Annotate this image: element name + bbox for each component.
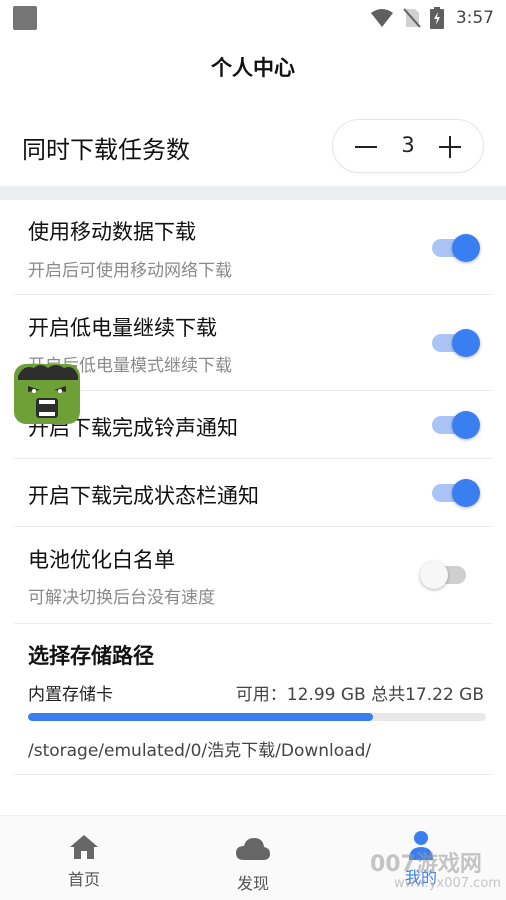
nav-label: 首页 — [67, 870, 100, 889]
setting-low-battery[interactable]: 开启低电量继续下载 开启后低电量模式继续下载 — [14, 295, 492, 391]
storage-name: 内置存储卡 — [28, 685, 113, 705]
cloud-icon — [236, 838, 270, 860]
low-battery-toggle[interactable] — [430, 328, 480, 357]
status-time: 3:57 — [455, 8, 494, 28]
floating-mascot-button[interactable] — [14, 362, 82, 426]
setting-subtitle: 可解决切换后台没有速度 — [28, 588, 215, 608]
setting-battery-whitelist[interactable]: 电池优化白名单 可解决切换后台没有速度 — [14, 527, 492, 624]
home-icon — [70, 835, 98, 859]
statusbar-notify-toggle[interactable] — [430, 478, 480, 507]
nav-home[interactable]: 首页 — [34, 816, 134, 900]
battery-charging-icon — [429, 7, 444, 29]
nav-label: 发现 — [236, 874, 269, 893]
battery-whitelist-toggle[interactable] — [420, 560, 470, 589]
setting-statusbar-notify[interactable]: 开启下载完成状态栏通知 — [14, 459, 492, 527]
status-icons: 3:57 — [370, 4, 494, 32]
storage-capacity: 可用：12.99 GB 总共17.22 GB — [235, 685, 484, 705]
storage-title: 选择存储路径 — [28, 644, 154, 668]
setting-title: 使用移动数据下载 — [28, 220, 196, 244]
concurrent-downloads-stepper: 3 — [332, 119, 484, 173]
storage-path: /storage/emulated/0/浩克下载/Download/ — [28, 741, 372, 761]
concurrent-downloads-row: 同时下载任务数 3 — [0, 116, 506, 176]
setting-title: 开启下载完成状态栏通知 — [28, 484, 259, 508]
increment-button[interactable] — [435, 132, 465, 162]
ringtone-notify-toggle[interactable] — [430, 410, 480, 439]
section-divider — [0, 186, 506, 200]
mobile-data-toggle[interactable] — [430, 233, 480, 262]
watermark-url: www.yx007.com — [394, 876, 501, 891]
page-title: 个人中心 — [211, 56, 295, 80]
wifi-icon — [370, 9, 393, 27]
setting-title: 开启低电量继续下载 — [28, 316, 217, 340]
no-sim-icon — [403, 8, 421, 28]
watermark: 007游戏网 www.yx007.com — [370, 846, 501, 896]
status-bar: 3:57 — [0, 0, 506, 36]
setting-mobile-data[interactable]: 使用移动数据下载 开启后可使用移动网络下载 — [14, 200, 492, 295]
setting-ringtone-notify[interactable]: 开启下载完成铃声通知 — [14, 391, 492, 459]
watermark-brand: 007游戏网 — [370, 852, 482, 877]
storage-usage-bar — [28, 713, 486, 721]
storage-usage-fill — [28, 713, 374, 721]
hulk-mascot-icon — [14, 364, 80, 424]
setting-title: 电池优化白名单 — [28, 548, 175, 572]
setting-subtitle: 开启后可使用移动网络下载 — [28, 261, 232, 281]
notification-icon — [13, 6, 37, 30]
nav-discover[interactable]: 发现 — [203, 816, 303, 900]
concurrent-downloads-label: 同时下载任务数 — [22, 136, 190, 164]
storage-section[interactable]: 选择存储路径 内置存储卡 可用：12.99 GB 总共17.22 GB /sto… — [14, 624, 492, 775]
